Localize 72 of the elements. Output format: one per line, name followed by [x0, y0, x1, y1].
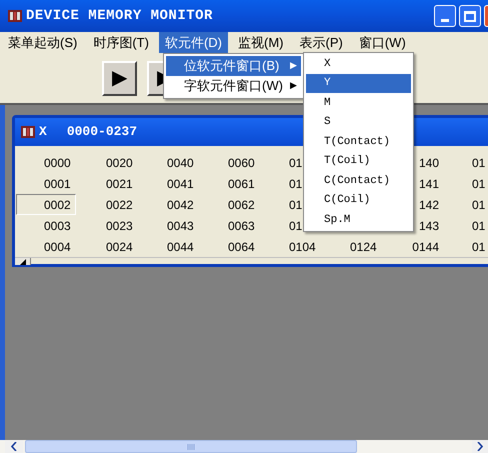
- address-cell[interactable]: 0042: [167, 194, 194, 215]
- menu-item-label: 字软元件窗口(W): [184, 77, 283, 96]
- address-cell[interactable]: 01: [289, 194, 302, 215]
- address-cell[interactable]: 140: [411, 152, 439, 173]
- address-cell[interactable]: 0061: [228, 173, 255, 194]
- address-cell[interactable]: 0020: [106, 152, 133, 173]
- address-cell[interactable]: 01: [472, 215, 486, 236]
- address-cell[interactable]: 0144: [411, 236, 439, 257]
- menu-item-label: 位软元件窗口(B): [184, 57, 280, 76]
- address-cell[interactable]: 01: [472, 194, 486, 215]
- submenu-item[interactable]: S: [306, 112, 411, 132]
- menu-item[interactable]: 窗口(W): [352, 32, 412, 53]
- address-cell[interactable]: 01: [289, 215, 302, 236]
- submenu-item[interactable]: C(Contact): [306, 171, 411, 190]
- address-cell[interactable]: 0104: [289, 236, 316, 257]
- address-cell[interactable]: 01: [289, 152, 302, 173]
- menu-item[interactable]: 表示(P): [294, 32, 349, 53]
- window-title: DEVICE MEMORY MONITOR: [26, 6, 213, 26]
- address-cell[interactable]: 0124: [350, 236, 377, 257]
- submenu-item[interactable]: Y: [306, 74, 411, 93]
- minimize-button[interactable]: [434, 5, 456, 27]
- submenu-arrow: ▶: [290, 79, 297, 92]
- address-cell[interactable]: 0064: [228, 236, 255, 257]
- dropdown-item[interactable]: 位软元件窗口(B) ▶: [166, 56, 301, 76]
- address-cell[interactable]: 01: [472, 152, 486, 173]
- maximize-button[interactable]: [459, 5, 481, 27]
- submenu-item[interactable]: T(Contact): [306, 132, 411, 152]
- scroll-left-button[interactable]: [15, 258, 31, 265]
- address-cell[interactable]: 0044: [167, 236, 194, 257]
- address-range: 0000-0237: [66, 123, 138, 142]
- submenu-item[interactable]: C(Coil): [306, 190, 411, 210]
- scroll-right-button[interactable]: [472, 440, 488, 453]
- menu-item[interactable]: 监视(M): [232, 32, 290, 53]
- address-cell[interactable]: 01: [472, 236, 486, 257]
- address-cell[interactable]: 0060: [228, 152, 255, 173]
- address-cell[interactable]: 0024: [106, 236, 133, 257]
- corner-arrow-icon: [20, 259, 26, 265]
- address-cell[interactable]: 0001: [44, 173, 71, 194]
- play-button[interactable]: ▶: [102, 60, 137, 96]
- chevron-right-icon: [477, 442, 483, 451]
- app-icon: [8, 10, 22, 22]
- address-cell[interactable]: 143: [411, 215, 439, 236]
- address-cell[interactable]: 0021: [106, 173, 133, 194]
- address-cell[interactable]: 0062: [228, 194, 255, 215]
- address-cell[interactable]: 0040: [167, 152, 194, 173]
- dropdown-item[interactable]: 字软元件窗口(W) ▶: [166, 76, 301, 96]
- address-cell[interactable]: 0043: [167, 215, 194, 236]
- address-cell[interactable]: 0023: [106, 215, 133, 236]
- menu-item[interactable]: 时序图(T): [87, 32, 155, 53]
- submenu-item[interactable]: T(Coil): [306, 152, 411, 171]
- address-cell[interactable]: 0041: [167, 173, 194, 194]
- menu-item[interactable]: 软元件(D): [158, 32, 228, 53]
- address-cell[interactable]: 0022: [106, 194, 133, 215]
- scroll-left-button[interactable]: [5, 440, 23, 453]
- address-cell[interactable]: 01: [289, 173, 302, 194]
- menu-item[interactable]: 菜单起动(S): [2, 32, 84, 53]
- address-cell[interactable]: 01: [472, 173, 486, 194]
- submenu-item[interactable]: X: [306, 54, 411, 74]
- submenu-arrow: ▶: [290, 59, 297, 72]
- address-cell[interactable]: 0004: [44, 236, 71, 257]
- submenu-item[interactable]: M: [306, 93, 411, 112]
- address-cell[interactable]: 0000: [44, 152, 71, 173]
- address-cell[interactable]: 142: [411, 194, 439, 215]
- address-cell[interactable]: 0063: [228, 215, 255, 236]
- app-icon: [21, 126, 35, 138]
- address-cell[interactable]: 0003: [44, 215, 71, 236]
- child-window-title: X: [39, 123, 47, 142]
- submenu-item[interactable]: Sp.M: [306, 210, 411, 230]
- address-cell[interactable]: 0002: [16, 194, 76, 215]
- chevron-left-icon: [11, 442, 17, 451]
- address-cell[interactable]: 141: [411, 173, 439, 194]
- scrollbar-thumb[interactable]: [25, 440, 357, 453]
